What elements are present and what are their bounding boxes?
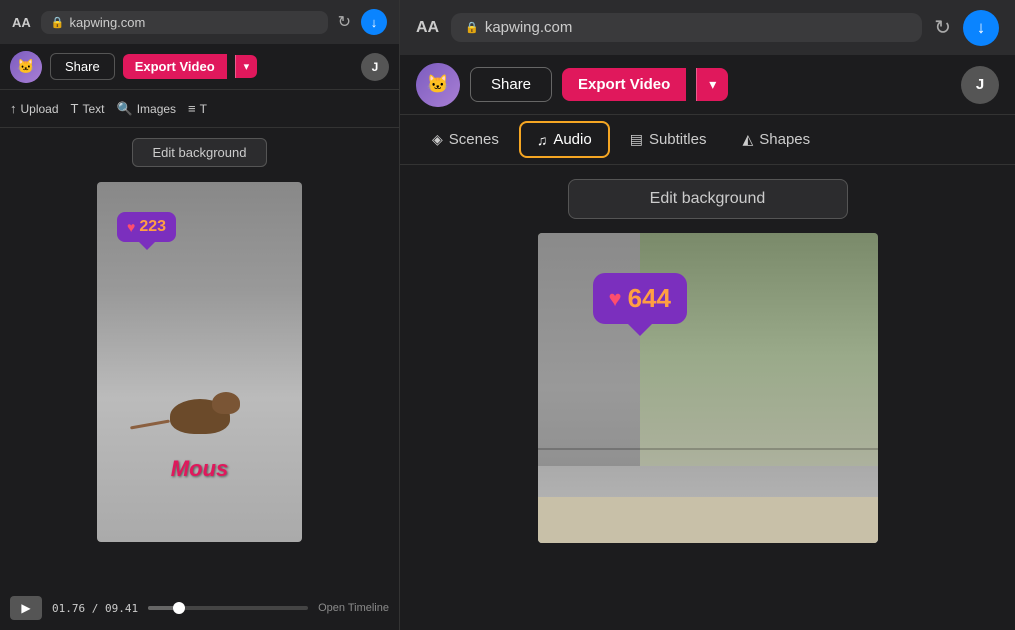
- upload-icon-left: ↑: [10, 101, 17, 116]
- more-icon-left: ≡: [188, 101, 196, 116]
- video-preview-left: ♥ 223 Mous: [97, 182, 302, 542]
- heart-icon-right: ♥: [609, 286, 622, 312]
- canvas-area-left: ♥ 223 Mous: [0, 177, 399, 586]
- avatar-right: 🐱: [416, 63, 460, 107]
- address-bar-left[interactable]: 🔒 kapwing.com: [41, 11, 328, 34]
- subtitles-icon: ▤: [630, 131, 643, 148]
- avatar-img-left: 🐱: [10, 51, 42, 83]
- timeline-bar-left: ▶ 01.76 / 09.41 Open Timeline: [0, 586, 399, 630]
- avatar-left: 🐱: [10, 51, 42, 83]
- toolbar-left: 🐱 Share Export Video ▾ J: [0, 44, 399, 90]
- nav-tabs-right: ◈ Scenes ♫ Audio ▤ Subtitles ◭ Shapes: [400, 115, 1015, 165]
- text-icon-left: T: [71, 101, 79, 116]
- video-preview-right: ♥ 644: [538, 233, 878, 543]
- export-dropdown-right[interactable]: ▾: [696, 68, 728, 101]
- pavement-line: [538, 448, 878, 450]
- ground-right: [538, 497, 878, 544]
- progress-bar-left[interactable]: [148, 606, 308, 610]
- right-panel: AA 🔒 kapwing.com ↻ ↓ 🐱 Share Export Vide…: [400, 0, 1015, 630]
- tab-audio[interactable]: ♫ Audio: [519, 121, 610, 158]
- url-text-left: kapwing.com: [69, 15, 145, 30]
- address-bar-right[interactable]: 🔒 kapwing.com: [451, 13, 922, 42]
- edit-bg-area-left: Edit background: [0, 128, 399, 177]
- play-icon-left: ▶: [21, 601, 30, 615]
- rat-head-left: [212, 392, 240, 414]
- upload-tool-left[interactable]: ↑ Upload: [10, 101, 59, 116]
- tab-audio-label: Audio: [553, 131, 591, 148]
- edit-bg-area-right: Edit background: [400, 165, 1015, 233]
- edit-background-button-right[interactable]: Edit background: [568, 179, 848, 219]
- export-dropdown-left[interactable]: ▾: [235, 55, 258, 78]
- tab-shapes[interactable]: ◭ Shapes: [726, 123, 826, 156]
- heart-icon-left: ♥: [127, 219, 135, 235]
- refresh-icon-right[interactable]: ↻: [934, 15, 951, 40]
- avatar-img-right: 🐱: [416, 63, 460, 107]
- download-button-right[interactable]: ↓: [963, 10, 999, 46]
- refresh-icon-left[interactable]: ↻: [338, 12, 351, 32]
- shapes-icon: ◭: [742, 131, 753, 148]
- left-panel: AA 🔒 kapwing.com ↻ ↓ 🐱 Share Export Vide…: [0, 0, 400, 630]
- tab-shapes-label: Shapes: [759, 131, 810, 148]
- tab-subtitles-label: Subtitles: [649, 131, 707, 148]
- like-count-right: 644: [628, 283, 671, 314]
- open-timeline-button-left[interactable]: Open Timeline: [318, 602, 389, 614]
- like-count-left: 223: [139, 218, 166, 236]
- tab-scenes[interactable]: ◈ Scenes: [416, 123, 515, 156]
- font-size-left[interactable]: AA: [12, 15, 31, 30]
- images-icon-left: 🔍: [117, 101, 133, 117]
- browser-bar-right: AA 🔒 kapwing.com ↻ ↓: [400, 0, 1015, 55]
- user-avatar-left[interactable]: J: [361, 53, 389, 81]
- text-tool-left[interactable]: T Text: [71, 101, 105, 116]
- tools-bar-left: ↑ Upload T Text 🔍 Images ≡ T: [0, 90, 399, 128]
- lock-icon-left: 🔒: [51, 16, 65, 29]
- toolbar-right: 🐱 Share Export Video ▾ J: [400, 55, 1015, 115]
- play-button-left[interactable]: ▶: [10, 596, 42, 620]
- export-button-left[interactable]: Export Video: [123, 54, 227, 79]
- canvas-area-right: ♥ 644: [400, 233, 1015, 630]
- audio-icon: ♫: [537, 132, 548, 148]
- url-text-right: kapwing.com: [485, 19, 573, 36]
- video-bg-right: ♥ 644: [538, 233, 878, 543]
- share-button-right[interactable]: Share: [470, 67, 552, 102]
- export-button-right[interactable]: Export Video: [562, 68, 686, 101]
- like-badge-right: ♥ 644: [593, 273, 687, 324]
- browser-bar-left: AA 🔒 kapwing.com ↻ ↓: [0, 0, 399, 44]
- text-overlay-left: Mous: [171, 456, 228, 482]
- progress-thumb-left[interactable]: [173, 602, 185, 614]
- images-tool-left[interactable]: 🔍 Images: [117, 101, 177, 117]
- video-bg-left: ♥ 223 Mous: [97, 182, 302, 542]
- edit-background-button-left[interactable]: Edit background: [132, 138, 268, 167]
- rat-image-left: [160, 374, 240, 434]
- tab-subtitles[interactable]: ▤ Subtitles: [614, 123, 723, 156]
- time-display-left: 01.76 / 09.41: [52, 602, 138, 615]
- scenes-icon: ◈: [432, 131, 443, 148]
- font-size-right[interactable]: AA: [416, 19, 439, 37]
- like-badge-left: ♥ 223: [117, 212, 176, 242]
- share-button-left[interactable]: Share: [50, 53, 115, 80]
- more-tool-left[interactable]: ≡ T: [188, 101, 207, 116]
- user-avatar-right[interactable]: J: [961, 66, 999, 104]
- lock-icon-right: 🔒: [465, 21, 479, 34]
- tab-scenes-label: Scenes: [449, 131, 499, 148]
- rat-tail-left: [130, 420, 170, 430]
- download-button-left[interactable]: ↓: [361, 9, 387, 35]
